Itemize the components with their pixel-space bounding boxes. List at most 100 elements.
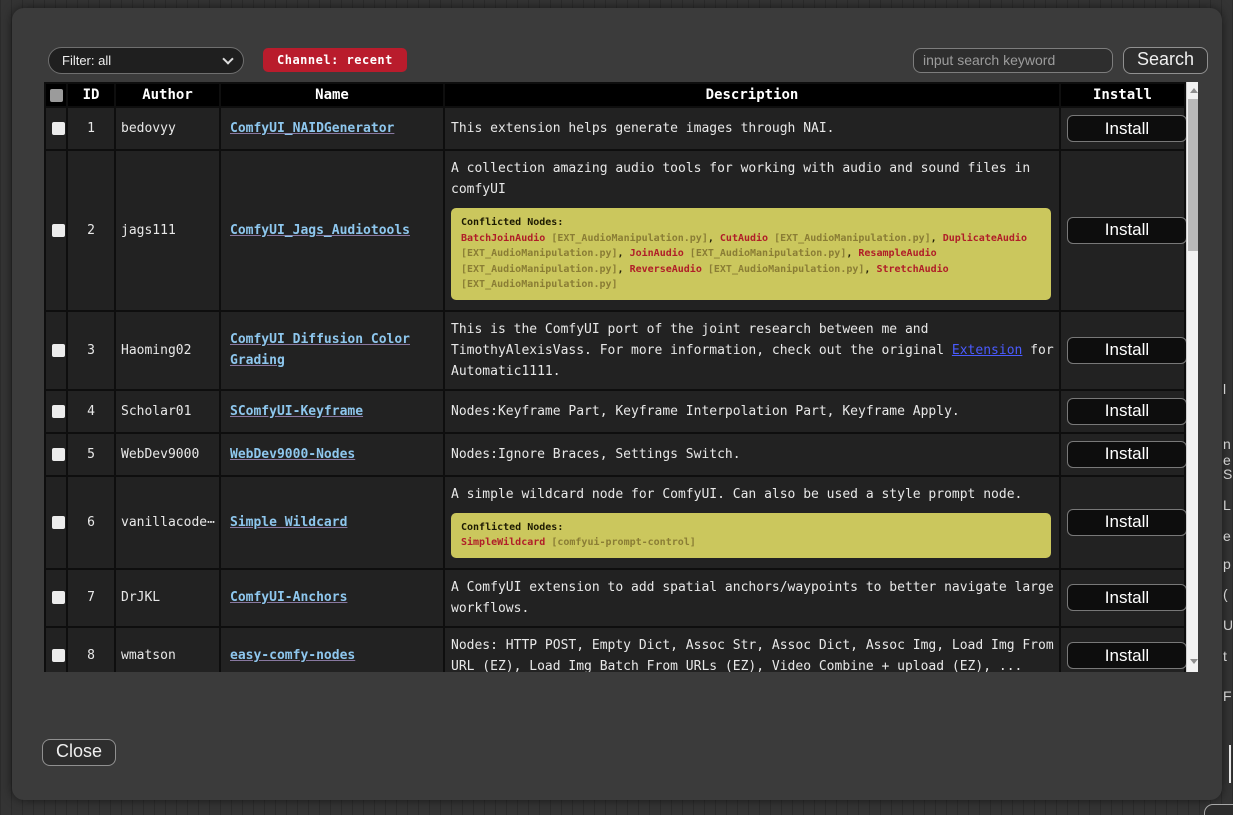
row-checkbox-cell <box>45 390 67 433</box>
scroll-up-icon[interactable] <box>1190 88 1198 93</box>
install-cell: Install <box>1060 390 1185 433</box>
conflict-node-file: [EXT_AudioManipulation.py] <box>684 248 847 259</box>
extension-link[interactable]: ComfyUI_NAIDGenerator <box>230 121 394 136</box>
conflicted-nodes-box: Conflicted Nodes:SimpleWildcard [comfyui… <box>451 513 1051 558</box>
row-checkbox-cell <box>45 627 67 673</box>
background-text-fragment: U <box>1223 617 1233 633</box>
extension-description: A ComfyUI extension to add spatial ancho… <box>444 569 1060 627</box>
extension-link[interactable]: ComfyUI_Jags_Audiotools <box>230 223 410 238</box>
header-install: Install <box>1060 83 1185 107</box>
conflict-node-file: [EXT_AudioManipulation.py] <box>461 248 618 259</box>
extension-description: A simple wildcard node for ComfyUI. Can … <box>444 476 1060 569</box>
header-name: Name <box>220 83 444 107</box>
description-link[interactable]: Extension <box>952 343 1022 358</box>
select-all-checkbox[interactable] <box>50 89 63 102</box>
install-button[interactable]: Install <box>1067 441 1187 468</box>
extensions-table-wrap: ID Author Name Description Install 1bedo… <box>44 82 1198 672</box>
table-row: 4Scholar01SComfyUI-KeyframeNodes:Keyfram… <box>45 390 1185 433</box>
extension-author: Scholar01 <box>115 390 220 433</box>
row-checkbox-cell <box>45 150 67 311</box>
search-button[interactable]: Search <box>1123 47 1208 74</box>
channel-badge: Channel: recent <box>263 48 407 72</box>
background-partial-button <box>1204 804 1233 815</box>
table-header-row: ID Author Name Description Install <box>45 83 1185 107</box>
conflict-node-file: [EXT_AudioManipulation.py] <box>461 279 618 290</box>
scroll-down-icon[interactable] <box>1190 659 1198 664</box>
table-row: 3Haoming02ComfyUI Diffusion Color Gradin… <box>45 311 1185 390</box>
install-button[interactable]: Install <box>1067 217 1187 244</box>
background-text-fragment: ( <box>1223 586 1228 602</box>
row-checkbox[interactable] <box>52 448 65 461</box>
toolbar: Filter: all Channel: recent Search <box>48 45 1208 75</box>
conflict-node-name: CutAudio <box>720 233 768 244</box>
extension-name-cell: easy-comfy-nodes <box>220 627 444 673</box>
install-button[interactable]: Install <box>1067 115 1187 142</box>
extension-description: This is the ComfyUI port of the joint re… <box>444 311 1060 390</box>
header-author: Author <box>115 83 220 107</box>
conflict-node-name: JoinAudio <box>630 248 684 259</box>
install-cell: Install <box>1060 627 1185 673</box>
background-text-fragment: S <box>1223 466 1232 482</box>
conflict-node-name: ReverseAudio <box>630 264 702 275</box>
row-checkbox-cell <box>45 433 67 476</box>
install-cell: Install <box>1060 476 1185 569</box>
table-row: 2jags111ComfyUI_Jags_AudiotoolsA collect… <box>45 150 1185 311</box>
extensions-table: ID Author Name Description Install 1bedo… <box>44 82 1186 672</box>
background-text-fragment: l <box>1223 381 1226 397</box>
extension-author: vanillacode⋯ <box>115 476 220 569</box>
extension-link[interactable]: WebDev9000-Nodes <box>230 447 355 462</box>
background-text-fragment: e <box>1223 452 1231 468</box>
conflict-node-name: StretchAudio <box>876 264 948 275</box>
extension-id: 6 <box>67 476 115 569</box>
extension-author: DrJKL <box>115 569 220 627</box>
conflict-node-name: BatchJoinAudio <box>461 233 545 244</box>
background-text-fragment: e <box>1223 528 1231 544</box>
extension-name-cell: ComfyUI Diffusion Color Grading <box>220 311 444 390</box>
filter-select[interactable]: Filter: all <box>48 47 244 74</box>
extension-link[interactable]: SComfyUI-Keyframe <box>230 404 363 419</box>
header-description: Description <box>444 83 1060 107</box>
install-button[interactable]: Install <box>1067 337 1187 364</box>
background-text-fragment: p <box>1223 556 1231 572</box>
search-input[interactable] <box>913 48 1113 73</box>
extension-name-cell: SComfyUI-Keyframe <box>220 390 444 433</box>
row-checkbox[interactable] <box>52 591 65 604</box>
extension-link[interactable]: Simple Wildcard <box>230 515 347 530</box>
install-button[interactable]: Install <box>1067 584 1187 611</box>
install-cell: Install <box>1060 107 1185 150</box>
extension-name-cell: WebDev9000-Nodes <box>220 433 444 476</box>
row-checkbox[interactable] <box>52 516 65 529</box>
extension-name-cell: Simple Wildcard <box>220 476 444 569</box>
background-text-fragment: F <box>1223 688 1232 704</box>
install-button[interactable]: Install <box>1067 398 1187 425</box>
row-checkbox[interactable] <box>52 344 65 357</box>
background-edge-tick <box>1229 745 1231 783</box>
conflict-node-name: DuplicateAudio <box>943 233 1027 244</box>
row-checkbox[interactable] <box>52 224 65 237</box>
row-checkbox[interactable] <box>52 405 65 418</box>
conflict-node-file: [EXT_AudioManipulation.py] <box>545 233 708 244</box>
extension-link[interactable]: easy-comfy-nodes <box>230 648 355 663</box>
install-button[interactable]: Install <box>1067 642 1187 669</box>
table-row: 5WebDev9000WebDev9000-NodesNodes:Ignore … <box>45 433 1185 476</box>
extension-id: 5 <box>67 433 115 476</box>
row-checkbox[interactable] <box>52 122 65 135</box>
row-checkbox-cell <box>45 311 67 390</box>
install-button[interactable]: Install <box>1067 509 1187 536</box>
filter-dropdown-wrap: Filter: all <box>48 47 244 74</box>
scrollbar-thumb[interactable] <box>1188 99 1198 251</box>
row-checkbox[interactable] <box>52 649 65 662</box>
table-scrollbar[interactable] <box>1186 82 1198 672</box>
extension-author: wmatson <box>115 627 220 673</box>
extension-description: Nodes:Ignore Braces, Settings Switch. <box>444 433 1060 476</box>
extension-link[interactable]: ComfyUI-Anchors <box>230 590 347 605</box>
close-button[interactable]: Close <box>42 739 116 766</box>
extension-name-cell: ComfyUI_NAIDGenerator <box>220 107 444 150</box>
extension-description: Nodes: HTTP POST, Empty Dict, Assoc Str,… <box>444 627 1060 673</box>
extensions-table-body: 1bedovyyComfyUI_NAIDGeneratorThis extens… <box>45 107 1185 672</box>
extension-description: A collection amazing audio tools for wor… <box>444 150 1060 311</box>
extension-link[interactable]: ComfyUI Diffusion Color Grading <box>230 332 410 368</box>
install-cell: Install <box>1060 311 1185 390</box>
extension-id: 2 <box>67 150 115 311</box>
background-text-fragment: L <box>1223 497 1231 513</box>
